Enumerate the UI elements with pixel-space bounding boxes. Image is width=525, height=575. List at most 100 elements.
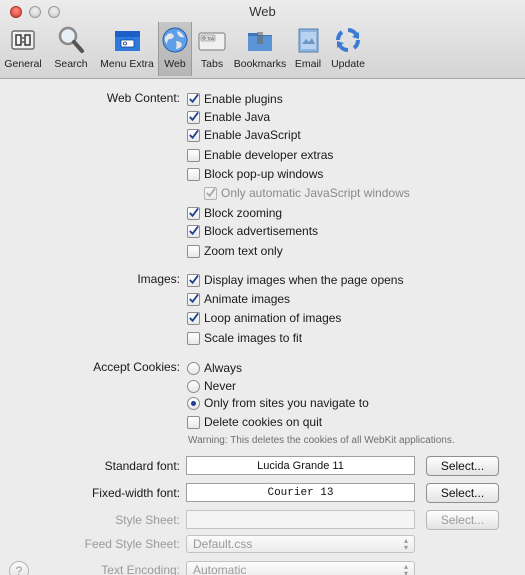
update-icon (336, 28, 360, 52)
option-label: Enable JavaScript (204, 128, 301, 142)
checkbox[interactable] (187, 273, 200, 287)
checkbox[interactable] (187, 415, 200, 429)
cookies-warning: Warning: This deletes the cookies of all… (188, 431, 455, 449)
option-label: Always (204, 361, 243, 375)
option-label: Loop animation of images (204, 311, 342, 325)
enable-java-option[interactable]: Enable Java (187, 108, 270, 126)
animate-images-option[interactable]: Animate images (187, 290, 290, 308)
toolbar-web[interactable]: Web (158, 22, 192, 76)
radio-button[interactable] (187, 396, 200, 410)
toolbar-general-label: General (4, 58, 42, 70)
warning-text: Warning: This deletes the cookies of all… (188, 434, 455, 446)
standard-font-field[interactable]: Lucida Grande 11 (186, 456, 415, 475)
toolbar-email-label: Email (294, 58, 322, 70)
option-label: Delete cookies on quit (204, 415, 323, 429)
toolbar-tabs-label: Tabs (200, 58, 224, 70)
title-bar: Web General Search Menu Extra Web Tab Ta… (0, 0, 525, 79)
toolbar-menu-extra[interactable]: Menu Extra (97, 22, 157, 76)
option-label: Block zooming (204, 206, 283, 220)
option-label: Block advertisements (204, 224, 319, 238)
text-encoding-popup: Automatic ▴ ▾ (186, 561, 415, 575)
block-popups-option[interactable]: Block pop-up windows (187, 165, 323, 183)
checkbox[interactable] (187, 292, 200, 306)
delete-cookies-option[interactable]: Delete cookies on quit (187, 413, 322, 431)
popup-value: Default.css (193, 537, 253, 551)
toolbar-tabs[interactable]: Tab Tabs (194, 22, 230, 76)
checkbox[interactable] (187, 224, 200, 238)
checkbox[interactable] (187, 110, 200, 124)
checkbox[interactable] (187, 206, 200, 220)
display-images-option[interactable]: Display images when the page opens (187, 271, 403, 289)
toolbar-search-label: Search (54, 58, 88, 70)
loop-animation-option[interactable]: Loop animation of images (187, 309, 341, 327)
toolbar-general[interactable]: General (2, 22, 44, 76)
accept-cookies-label: Accept Cookies: (93, 360, 180, 374)
checkbox[interactable] (187, 311, 200, 325)
tabs-icon: Tab (198, 32, 226, 51)
checkbox[interactable] (187, 92, 200, 106)
only-automatic-js-windows-option: Only automatic JavaScript windows (204, 184, 410, 202)
help-button[interactable]: ? (9, 561, 29, 575)
popup-arrows-icon: ▴ ▾ (403, 536, 408, 552)
globe-icon (162, 27, 188, 53)
checkbox[interactable] (187, 167, 200, 181)
enable-javascript-option[interactable]: Enable JavaScript (187, 126, 301, 144)
checkbox[interactable] (187, 148, 200, 162)
fixed-width-font-label: Fixed-width font: (91, 486, 180, 500)
option-label: Only from sites you navigate to (204, 396, 369, 410)
preferences-window: Web General Search Menu Extra Web Tab Ta… (0, 0, 525, 575)
menu-extra-icon (115, 31, 140, 51)
fixed-width-font-field[interactable]: Courier 13 (186, 483, 415, 502)
email-icon (298, 28, 319, 53)
general-icon (11, 30, 35, 50)
toolbar-bookmarks[interactable]: Bookmarks (232, 22, 288, 76)
option-label: Enable plugins (204, 92, 283, 106)
cookies-never-option[interactable]: Never (187, 377, 236, 395)
enable-plugins-option[interactable]: Enable plugins (187, 90, 283, 108)
option-label: Never (204, 379, 237, 393)
toolbar-update[interactable]: Update (328, 22, 368, 76)
popup-value: Automatic (193, 563, 247, 575)
toolbar-menu-extra-label: Menu Extra (100, 58, 154, 70)
folder-icon (248, 32, 272, 51)
svg-text:Tab: Tab (207, 36, 215, 41)
images-label: Images: (137, 272, 180, 286)
option-label: Block pop-up windows (204, 167, 324, 181)
radio-button[interactable] (187, 379, 200, 393)
select-standard-font-button[interactable]: Select... (426, 456, 499, 476)
scale-images-option[interactable]: Scale images to fit (187, 329, 302, 347)
text-encoding-label: Text Encoding: (101, 563, 180, 575)
option-label: Enable developer extras (204, 148, 334, 162)
zoom-text-only-option[interactable]: Zoom text only (187, 242, 283, 260)
checkbox[interactable] (187, 331, 200, 345)
enable-developer-extras-option[interactable]: Enable developer extras (187, 146, 333, 164)
toolbar-bookmarks-label: Bookmarks (233, 58, 287, 70)
toolbar-search[interactable]: Search (46, 22, 96, 76)
select-fixed-width-font-button[interactable]: Select... (426, 483, 499, 503)
option-label: Enable Java (204, 110, 271, 124)
checkbox[interactable] (187, 128, 200, 142)
block-zooming-option[interactable]: Block zooming (187, 204, 282, 222)
window-title: Web (249, 4, 276, 19)
radio-button[interactable] (187, 361, 200, 375)
cookies-only-visited-option[interactable]: Only from sites you navigate to (187, 394, 369, 412)
checkbox[interactable] (187, 244, 200, 258)
style-sheet-label: Style Sheet: (115, 513, 180, 527)
toolbar-email[interactable]: Email (290, 22, 326, 76)
standard-font-label: Standard font: (104, 459, 180, 473)
feed-style-sheet-label: Feed Style Sheet: (84, 537, 180, 551)
toolbar-update-label: Update (331, 58, 365, 70)
select-style-sheet-button: Select... (426, 510, 499, 530)
option-label: Animate images (204, 292, 291, 306)
feed-style-sheet-popup: Default.css ▴ ▾ (186, 535, 415, 553)
block-advertisements-option[interactable]: Block advertisements (187, 222, 318, 240)
style-sheet-field (186, 510, 415, 529)
toolbar-web-label: Web (164, 58, 186, 70)
cookies-always-option[interactable]: Always (187, 359, 242, 377)
web-content-label: Web Content: (106, 91, 180, 105)
magnifier-icon (58, 26, 84, 53)
popup-arrows-icon: ▴ ▾ (403, 562, 408, 575)
checkbox (204, 186, 217, 200)
option-label: Zoom text only (204, 244, 283, 258)
option-label: Display images when the page opens (204, 273, 404, 287)
